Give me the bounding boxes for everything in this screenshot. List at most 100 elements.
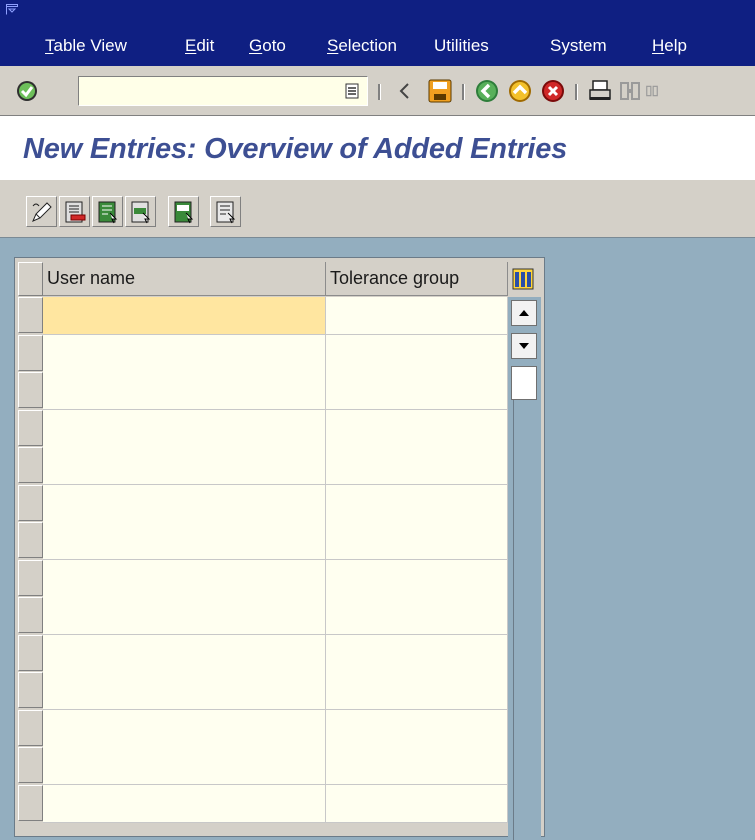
tolerance-group-input[interactable] (326, 372, 507, 409)
select-all-button[interactable] (92, 196, 123, 227)
print-button[interactable] (585, 76, 615, 106)
row-selector[interactable] (18, 372, 43, 408)
delete-row-button[interactable] (59, 196, 90, 227)
row-selector[interactable] (18, 484, 43, 521)
table-cell-tolerance-group (326, 409, 508, 448)
scroll-up-button[interactable] (511, 300, 537, 326)
change-display-button[interactable] (26, 196, 57, 227)
command-field[interactable] (78, 76, 368, 106)
tolerance-group-input[interactable] (326, 672, 507, 709)
menu-help[interactable]: Help (652, 36, 687, 56)
standard-toolbar (0, 66, 755, 116)
tolerance-group-input[interactable] (326, 522, 507, 559)
row-selector[interactable] (18, 597, 43, 633)
table-cell-user-name (43, 447, 326, 485)
save-button[interactable] (425, 76, 455, 106)
user-name-input[interactable] (43, 409, 325, 447)
tolerance-group-input[interactable] (326, 484, 507, 522)
find-next-button[interactable] (645, 76, 659, 106)
tolerance-group-input[interactable] (326, 447, 507, 484)
user-name-input[interactable] (43, 522, 325, 559)
select-block-icon (131, 201, 150, 223)
row-selector[interactable] (18, 334, 43, 371)
table-cell-user-name (43, 334, 326, 373)
row-selector[interactable] (18, 297, 43, 333)
table-cell-user-name (43, 747, 326, 785)
table-cell-tolerance-group (326, 522, 508, 560)
row-selector[interactable] (18, 747, 43, 783)
table-cell-user-name (43, 672, 326, 710)
back-nav-button[interactable] (390, 76, 420, 106)
arrow-down-icon (519, 343, 529, 349)
user-name-input[interactable] (43, 597, 325, 634)
user-name-input[interactable] (43, 297, 325, 334)
table-cell-tolerance-group (326, 672, 508, 710)
scroll-thumb[interactable] (511, 366, 537, 400)
menu-table-view[interactable]: Table View (45, 36, 127, 56)
row-selector[interactable] (18, 559, 43, 596)
back-button[interactable] (472, 76, 502, 106)
menu-goto[interactable]: Goto (249, 36, 286, 56)
change-display-icon (31, 201, 52, 222)
tolerance-group-input[interactable] (326, 784, 507, 822)
select-block-alt-icon (174, 201, 193, 223)
find-icon (620, 82, 640, 100)
user-name-input[interactable] (43, 672, 325, 709)
column-header-tolerance-group[interactable]: Tolerance group (326, 262, 508, 296)
arrow-up-icon (519, 310, 529, 316)
row-selector[interactable] (18, 672, 43, 708)
user-name-input[interactable] (43, 447, 325, 484)
menu-edit-label: dit (196, 36, 215, 55)
user-name-input[interactable] (43, 784, 325, 822)
menu-system[interactable]: System (550, 36, 607, 56)
user-name-input[interactable] (43, 709, 325, 747)
menu-selection-label: election (338, 36, 397, 55)
command-history-icon[interactable] (345, 83, 359, 99)
table-settings-button[interactable] (510, 264, 536, 294)
table-cell-tolerance-group (326, 447, 508, 485)
user-name-input[interactable] (43, 372, 325, 409)
select-block-button[interactable] (125, 196, 156, 227)
menu-system-label: System (550, 36, 607, 55)
tolerance-group-input[interactable] (326, 297, 507, 334)
row-selector[interactable] (18, 709, 43, 746)
menu-utilities[interactable]: Utilities (434, 36, 489, 56)
column-header-user-name[interactable]: User name (43, 262, 326, 296)
tolerance-group-input[interactable] (326, 334, 507, 372)
toolbar-separator (462, 84, 465, 100)
row-selector[interactable] (18, 634, 43, 671)
user-name-input[interactable] (43, 334, 325, 372)
row-selector[interactable] (18, 447, 43, 483)
deselect-all-button[interactable] (210, 196, 241, 227)
scroll-down-button[interactable] (511, 333, 537, 359)
select-all-rows-button[interactable] (18, 262, 43, 296)
tolerance-group-input[interactable] (326, 634, 507, 672)
table-cell-tolerance-group (326, 709, 508, 748)
user-name-input[interactable] (43, 747, 325, 784)
row-selector[interactable] (18, 784, 43, 821)
user-name-input[interactable] (43, 484, 325, 522)
table-cell-tolerance-group (326, 484, 508, 523)
select-all-icon (98, 201, 117, 223)
toolbar-separator (575, 84, 578, 100)
menu-selection[interactable]: Selection (327, 36, 397, 56)
system-menu-icon[interactable] (6, 4, 18, 15)
user-name-input[interactable] (43, 634, 325, 672)
user-name-input[interactable] (43, 559, 325, 597)
tolerance-group-input[interactable] (326, 597, 507, 634)
tolerance-group-input[interactable] (326, 747, 507, 784)
tolerance-group-input[interactable] (326, 559, 507, 597)
deselect-all-icon (216, 201, 235, 223)
enter-button[interactable] (12, 76, 42, 106)
row-selector[interactable] (18, 409, 43, 446)
tolerance-group-input[interactable] (326, 409, 507, 447)
scroll-track[interactable] (513, 400, 537, 840)
row-selector[interactable] (18, 522, 43, 558)
cancel-button[interactable] (538, 76, 568, 106)
find-button[interactable] (615, 76, 645, 106)
exit-button[interactable] (505, 76, 535, 106)
tolerance-group-input[interactable] (326, 709, 507, 747)
menu-bar: Table View Edit Goto Selection Utilities… (0, 0, 755, 66)
select-block-alt-button[interactable] (168, 196, 199, 227)
menu-edit[interactable]: Edit (185, 36, 214, 56)
